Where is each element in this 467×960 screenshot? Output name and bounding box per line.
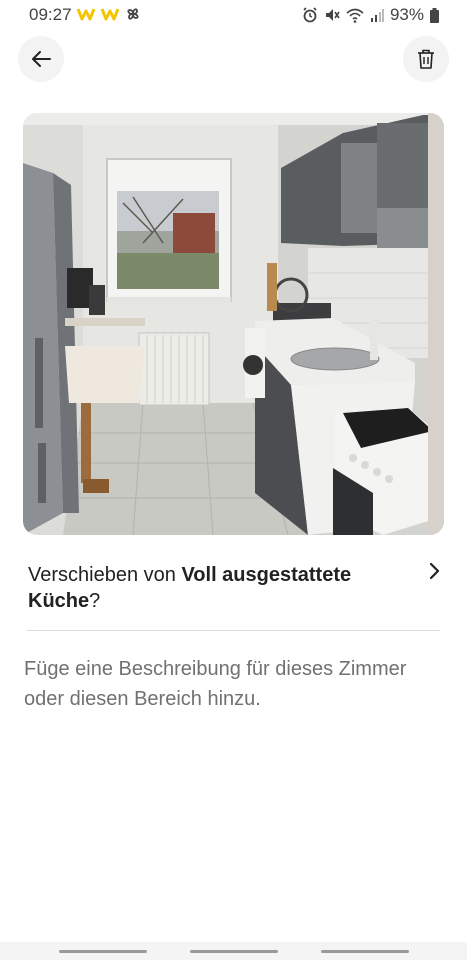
- pinwheel-icon: [127, 8, 139, 20]
- move-photo-row[interactable]: Verschieben von Voll ausgestattete Küche…: [28, 562, 440, 614]
- move-prefix: Verschieben von: [28, 564, 182, 586]
- divider: [27, 630, 440, 631]
- battery-icon: [430, 7, 439, 23]
- wifi-icon: [346, 8, 364, 23]
- notification-icons: [77, 6, 141, 22]
- description-input[interactable]: Füge eine Beschreibung für dieses Zimmer…: [24, 654, 424, 714]
- alarm-icon: [303, 7, 317, 23]
- status-time: 09:27: [29, 5, 72, 24]
- nav-recents-handle[interactable]: [59, 950, 147, 953]
- chevron-right-icon: [429, 562, 440, 580]
- w-app-icon: [101, 8, 119, 21]
- mute-icon: [325, 9, 340, 21]
- status-bar: 09:27 93%: [0, 0, 467, 30]
- nav-home-handle[interactable]: [190, 950, 278, 953]
- navigation-bar: [0, 942, 467, 960]
- signal-icon: [370, 9, 384, 22]
- system-status: 93%: [302, 5, 439, 25]
- battery-percent: 93%: [389, 5, 424, 24]
- back-button[interactable]: [18, 36, 64, 82]
- kitchen-photo[interactable]: [23, 113, 444, 535]
- trash-icon: [418, 49, 434, 69]
- arrow-left-icon: [32, 51, 51, 67]
- w-app-icon: [77, 8, 95, 21]
- nav-back-handle[interactable]: [321, 950, 409, 953]
- move-suffix: ?: [89, 590, 101, 612]
- delete-button[interactable]: [403, 36, 449, 82]
- move-photo-text: Verschieben von Voll ausgestattete Küche…: [28, 562, 388, 614]
